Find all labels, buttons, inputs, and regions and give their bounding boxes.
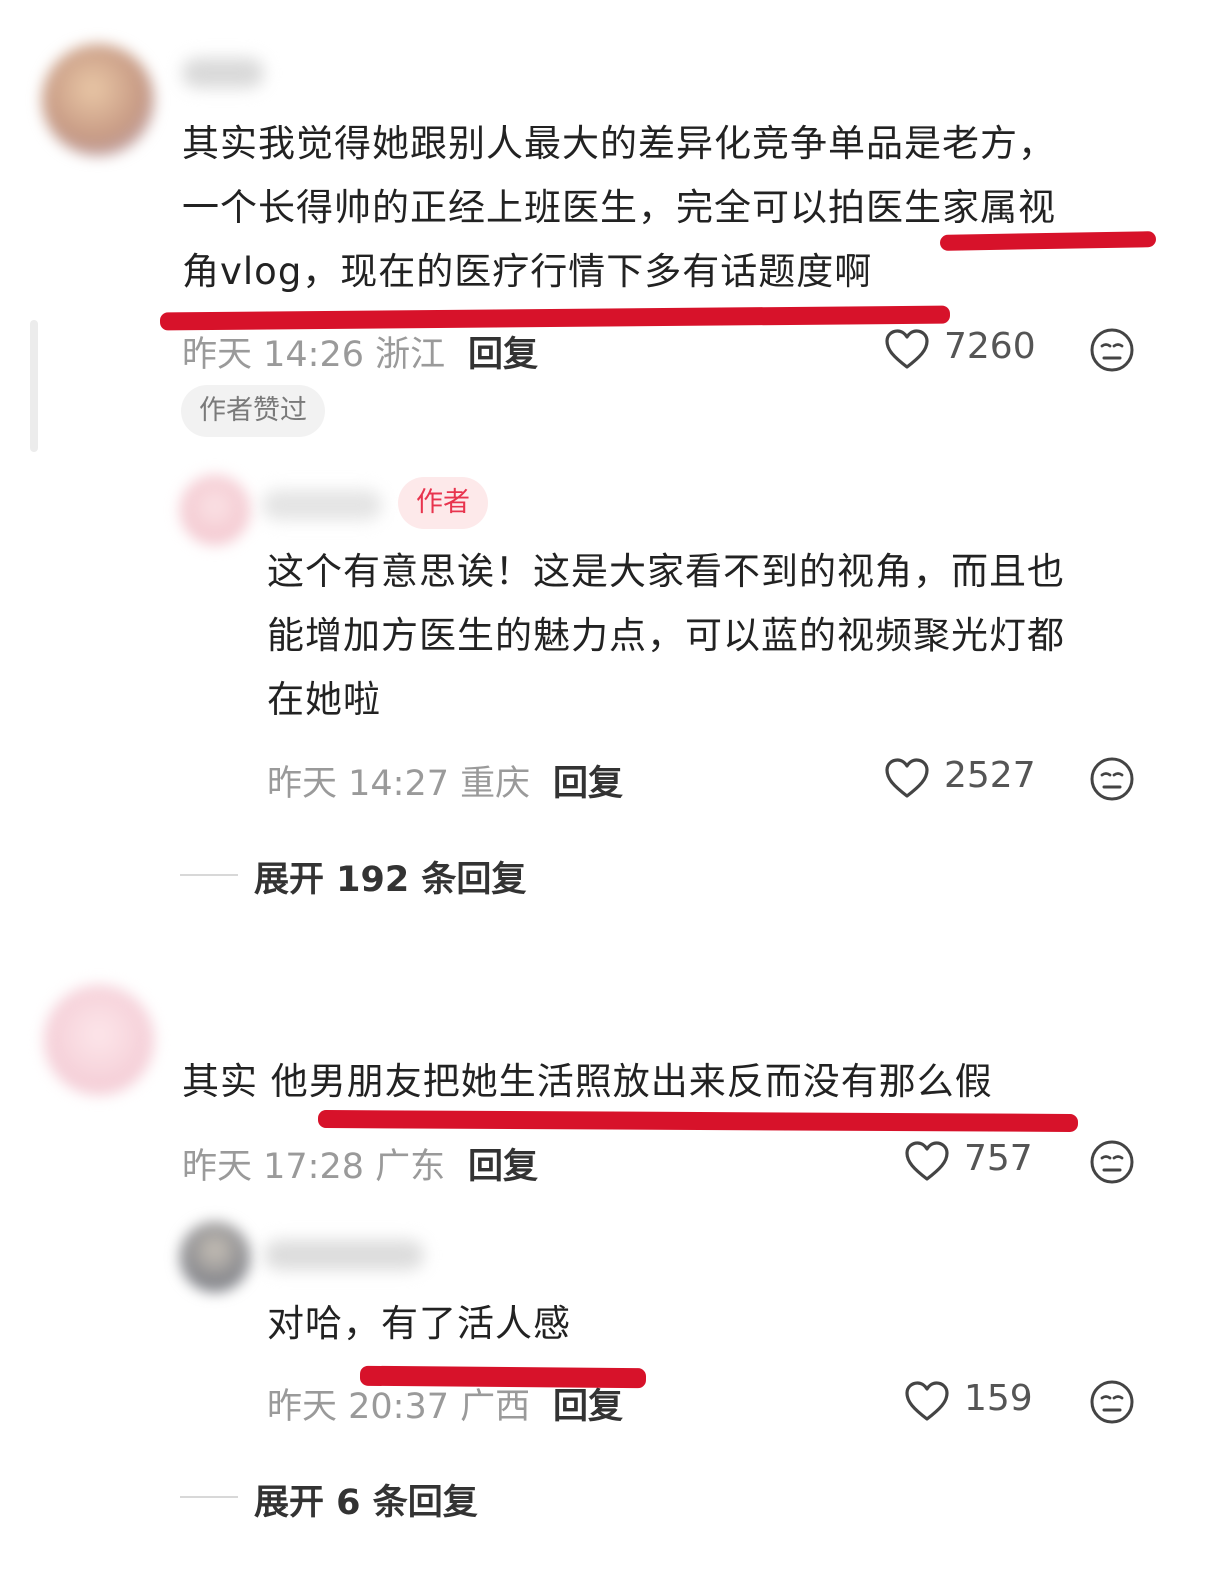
heart-outline-icon[interactable] [884,328,930,370]
expand-replies-button[interactable]: 展开 6 条回复 [254,1474,478,1525]
scroll-indicator[interactable] [30,320,38,452]
comment-text-line: 其实我觉得她跟别人最大的差异化竞争单品是老方， [182,122,1056,165]
highlight-stroke [317,1110,1079,1132]
reply-text-line: 能增加方医生的魅力点，可以蓝的视频聚光灯都 [267,614,1065,657]
meh-face-icon[interactable] [1089,1379,1135,1425]
username-blurred[interactable] [182,58,264,88]
meh-face-icon[interactable] [1089,756,1135,802]
author-liked-badge: 作者赞过 [181,385,325,437]
comment-text-line: 角vlog，现在的医疗行情下多有话题度啊 [182,250,873,293]
username-blurred[interactable] [262,490,382,520]
reply-button[interactable]: 回复 [468,326,538,377]
comment-text-line: 一个长得帅的正经上班医生，完全可以拍医生家属视 [182,186,1056,229]
avatar[interactable] [42,44,154,156]
author-badge: 作者 [398,477,488,529]
meh-face-icon[interactable] [1089,1139,1135,1185]
like-count: 7260 [944,326,1036,367]
divider [180,874,238,876]
like-count: 2527 [944,755,1036,796]
username-blurred[interactable] [264,1240,424,1270]
like-count: 159 [964,1378,1033,1419]
avatar[interactable] [44,985,154,1095]
meh-face-icon[interactable] [1089,327,1135,373]
avatar[interactable] [180,475,250,545]
reply-text-line: 这个有意思诶！这是大家看不到的视角，而且也 [267,550,1065,593]
expand-replies-button[interactable]: 展开 192 条回复 [254,851,526,902]
avatar[interactable] [180,1222,250,1292]
heart-outline-icon[interactable] [884,757,930,799]
highlight-stroke [939,231,1157,251]
reply-meta: 昨天 14:27 重庆 [267,764,531,804]
comment-text-line: 其实 他男朋友把她生活照放出来反而没有那么假 [182,1060,993,1103]
like-count: 757 [964,1138,1033,1179]
reply-button[interactable]: 回复 [553,755,623,806]
heart-outline-icon[interactable] [904,1140,950,1182]
divider [180,1496,238,1498]
comment-meta: 昨天 17:28 广东 [182,1147,446,1187]
highlight-stroke [359,1365,647,1389]
comment-meta: 昨天 14:26 浙江 [182,335,446,375]
reply-text-line: 在她啦 [267,678,381,721]
reply-button[interactable]: 回复 [468,1138,538,1189]
heart-outline-icon[interactable] [904,1380,950,1422]
reply-text-line: 对哈，有了活人感 [267,1302,571,1345]
